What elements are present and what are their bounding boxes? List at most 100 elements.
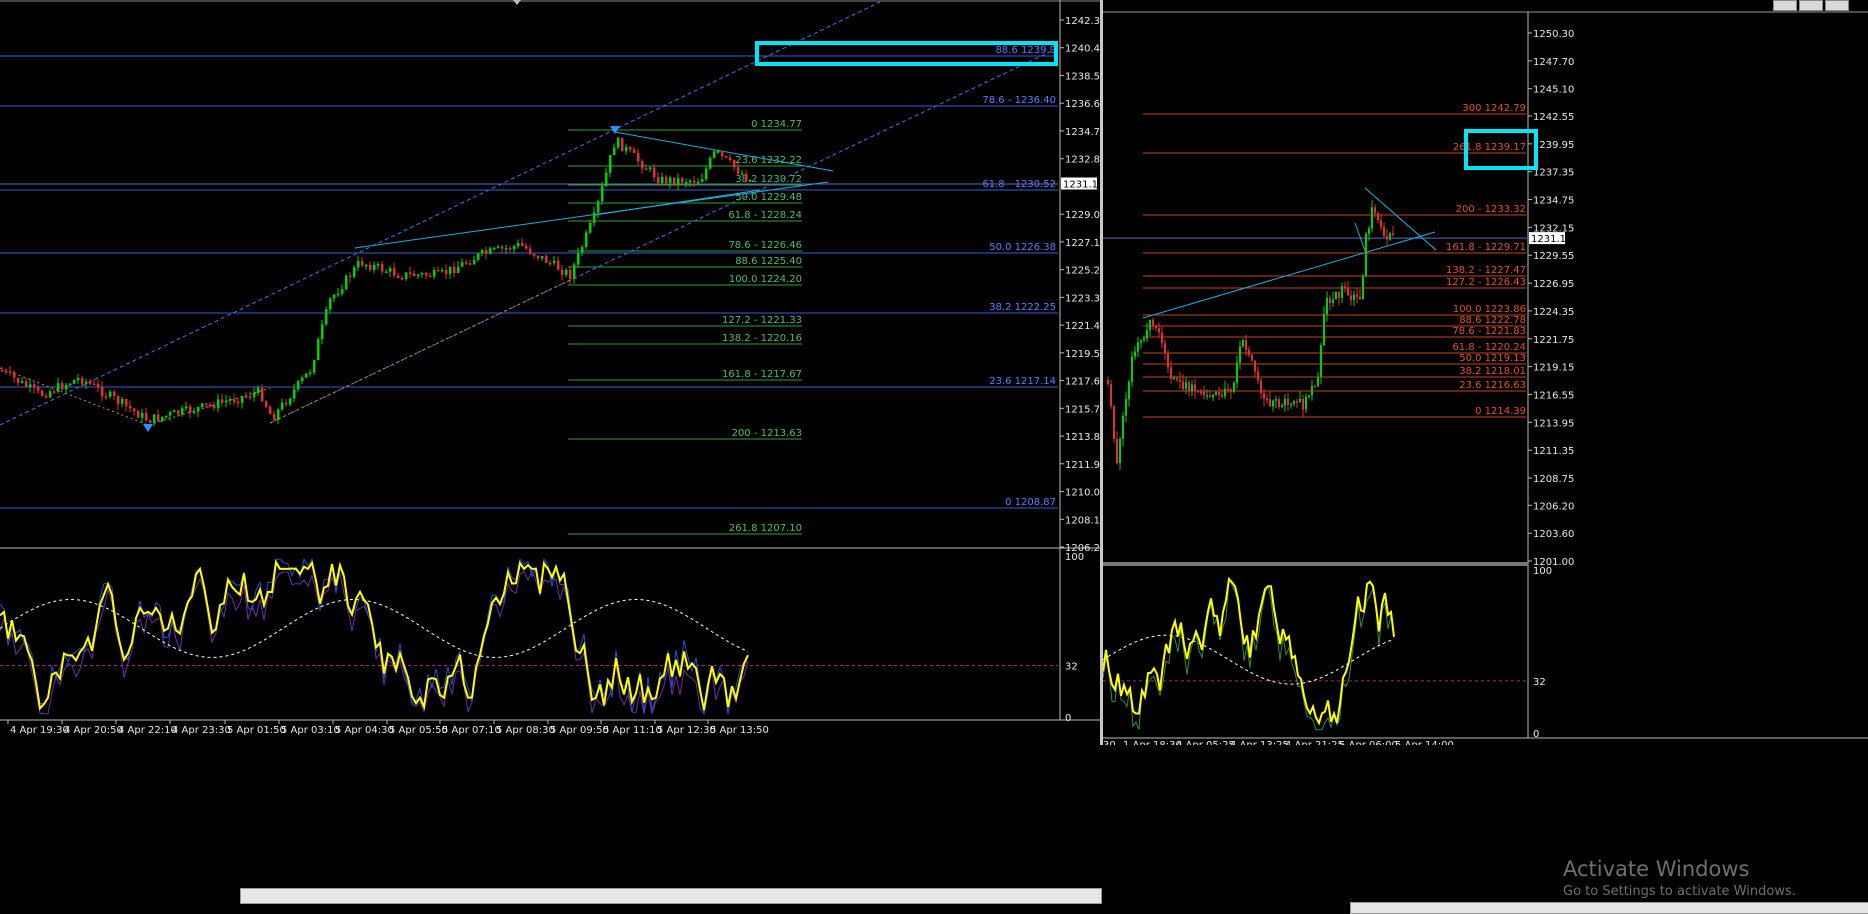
candle-body: [1368, 228, 1370, 234]
candle-body: [1386, 235, 1388, 240]
candle-body: [449, 266, 452, 274]
candle-body: [693, 180, 696, 183]
red-fib-label: 200 - 1233.32: [1456, 204, 1526, 215]
time-tick-label: 5 Apr 01:50: [227, 725, 286, 736]
candle-body: [393, 268, 396, 276]
candle-body: [1335, 292, 1337, 300]
blue-fib-label: 38.2 1222.25: [989, 302, 1056, 313]
right-chart-window[interactable]: 1250.30 1247.70 1245.10 1242.55 1239.95 1237.…: [1103, 0, 1868, 745]
price-tick-label: 1239.95: [1533, 140, 1574, 151]
candle-body: [489, 248, 492, 254]
right-horizontal-scrollbar[interactable]: [1350, 902, 1868, 914]
left-horizontal-scrollbar[interactable]: [240, 888, 1102, 904]
candle-body: [673, 177, 676, 185]
candle-body: [37, 387, 40, 391]
candle-body: [569, 269, 572, 280]
left-price-chart[interactable]: 1242.35 1240.45 1238.55 1236.65 1234.75 1232.…: [0, 0, 1100, 745]
candle-body: [485, 250, 488, 254]
price-tick-label: 1208.75: [1533, 474, 1574, 485]
candle-body: [53, 391, 56, 393]
candle-body: [269, 406, 272, 414]
close-button[interactable]: [1825, 0, 1849, 11]
candle-body: [137, 411, 140, 418]
candle-body: [713, 151, 716, 158]
candle-body: [457, 266, 460, 273]
candle-body: [361, 261, 364, 266]
candle-body: [397, 275, 400, 278]
candle-body: [1194, 384, 1196, 391]
candle-body: [701, 179, 704, 182]
candle-body: [317, 339, 320, 361]
activate-windows-title: Activate Windows: [1563, 857, 1750, 881]
candle-body: [425, 273, 428, 276]
red-fib-label: 78.6 - 1221.83: [1452, 326, 1526, 337]
candle-body: [1302, 398, 1304, 410]
candle-body: [353, 267, 356, 277]
candle-body: [1152, 319, 1154, 326]
candle-body: [437, 270, 440, 272]
candle-body: [1320, 345, 1322, 377]
candle-body: [1164, 343, 1166, 354]
red-fib-label: 127.2 - 1226.43: [1446, 277, 1526, 288]
candle-body: [97, 384, 100, 387]
price-tick-label: 1208.15: [1065, 515, 1100, 526]
candle-body: [357, 261, 360, 268]
candle-body: [593, 212, 596, 223]
green-fib-label: 23.6 1232.22: [735, 155, 802, 166]
candle-body: [417, 274, 420, 277]
candle-body: [1176, 378, 1178, 380]
candle-body: [665, 176, 668, 183]
green-fib-label: 61.8 - 1228.24: [728, 210, 802, 221]
left-chart-window[interactable]: 1242.35 1240.45 1238.55 1236.65 1234.75 1232.…: [0, 0, 1100, 745]
candle-body: [125, 399, 128, 406]
candle-body: [1155, 325, 1157, 329]
candle-body: [189, 406, 192, 413]
candle-body: [1281, 405, 1283, 408]
green-fib-label: 127.2 - 1221.33: [722, 315, 802, 326]
candle-body: [1248, 349, 1250, 356]
time-tick-label: 5 Apr 04:30: [335, 725, 394, 736]
price-tick-label: 1226.95: [1533, 279, 1574, 290]
candle-body: [21, 381, 24, 383]
candle-body: [1278, 399, 1280, 408]
candle-body: [1287, 398, 1289, 405]
candle-body: [349, 275, 352, 278]
candle-body: [61, 383, 64, 390]
candle-body: [537, 255, 540, 259]
time-tick-label: 4 Apr 20:50: [64, 725, 123, 736]
maximize-button[interactable]: [1799, 0, 1823, 11]
right-price-chart[interactable]: 1250.30 1247.70 1245.10 1242.55 1239.95 1237.…: [1103, 0, 1868, 745]
candle-body: [661, 176, 664, 183]
candle-body: [101, 386, 104, 397]
minimize-button[interactable]: [1773, 0, 1797, 11]
candle-body: [609, 155, 612, 173]
candle-body: [1374, 207, 1376, 214]
candle-body: [1299, 398, 1301, 402]
candle-body: [169, 412, 172, 416]
activate-windows-subtitle: Go to Settings to activate Windows.: [1563, 884, 1796, 899]
price-tick-label: 1240.45: [1065, 44, 1100, 55]
candle-body: [1338, 292, 1340, 298]
candle-body: [157, 414, 160, 421]
candle-body: [669, 177, 672, 183]
price-tick-label: 1211.95: [1065, 460, 1100, 471]
candle-body: [549, 262, 552, 265]
time-tick-label: 5 Apr 12:30: [657, 725, 716, 736]
candle-body: [345, 275, 348, 290]
candle-body: [237, 401, 240, 404]
candle-body: [153, 414, 156, 423]
candle-body: [309, 372, 312, 374]
candle-body: [1290, 403, 1292, 406]
candle-body: [161, 416, 164, 421]
candle-body: [117, 396, 120, 404]
red-fib-label: 100.0 1223.86: [1453, 304, 1526, 315]
candle-body: [261, 388, 264, 402]
candle-body: [697, 181, 700, 184]
candle-body: [93, 383, 96, 386]
candle-body: [533, 253, 536, 256]
candle-body: [229, 399, 232, 401]
candle-body: [221, 399, 224, 403]
candle-body: [257, 388, 260, 394]
price-tick-label: 1203.60: [1533, 529, 1574, 540]
candle-body: [1200, 391, 1202, 394]
